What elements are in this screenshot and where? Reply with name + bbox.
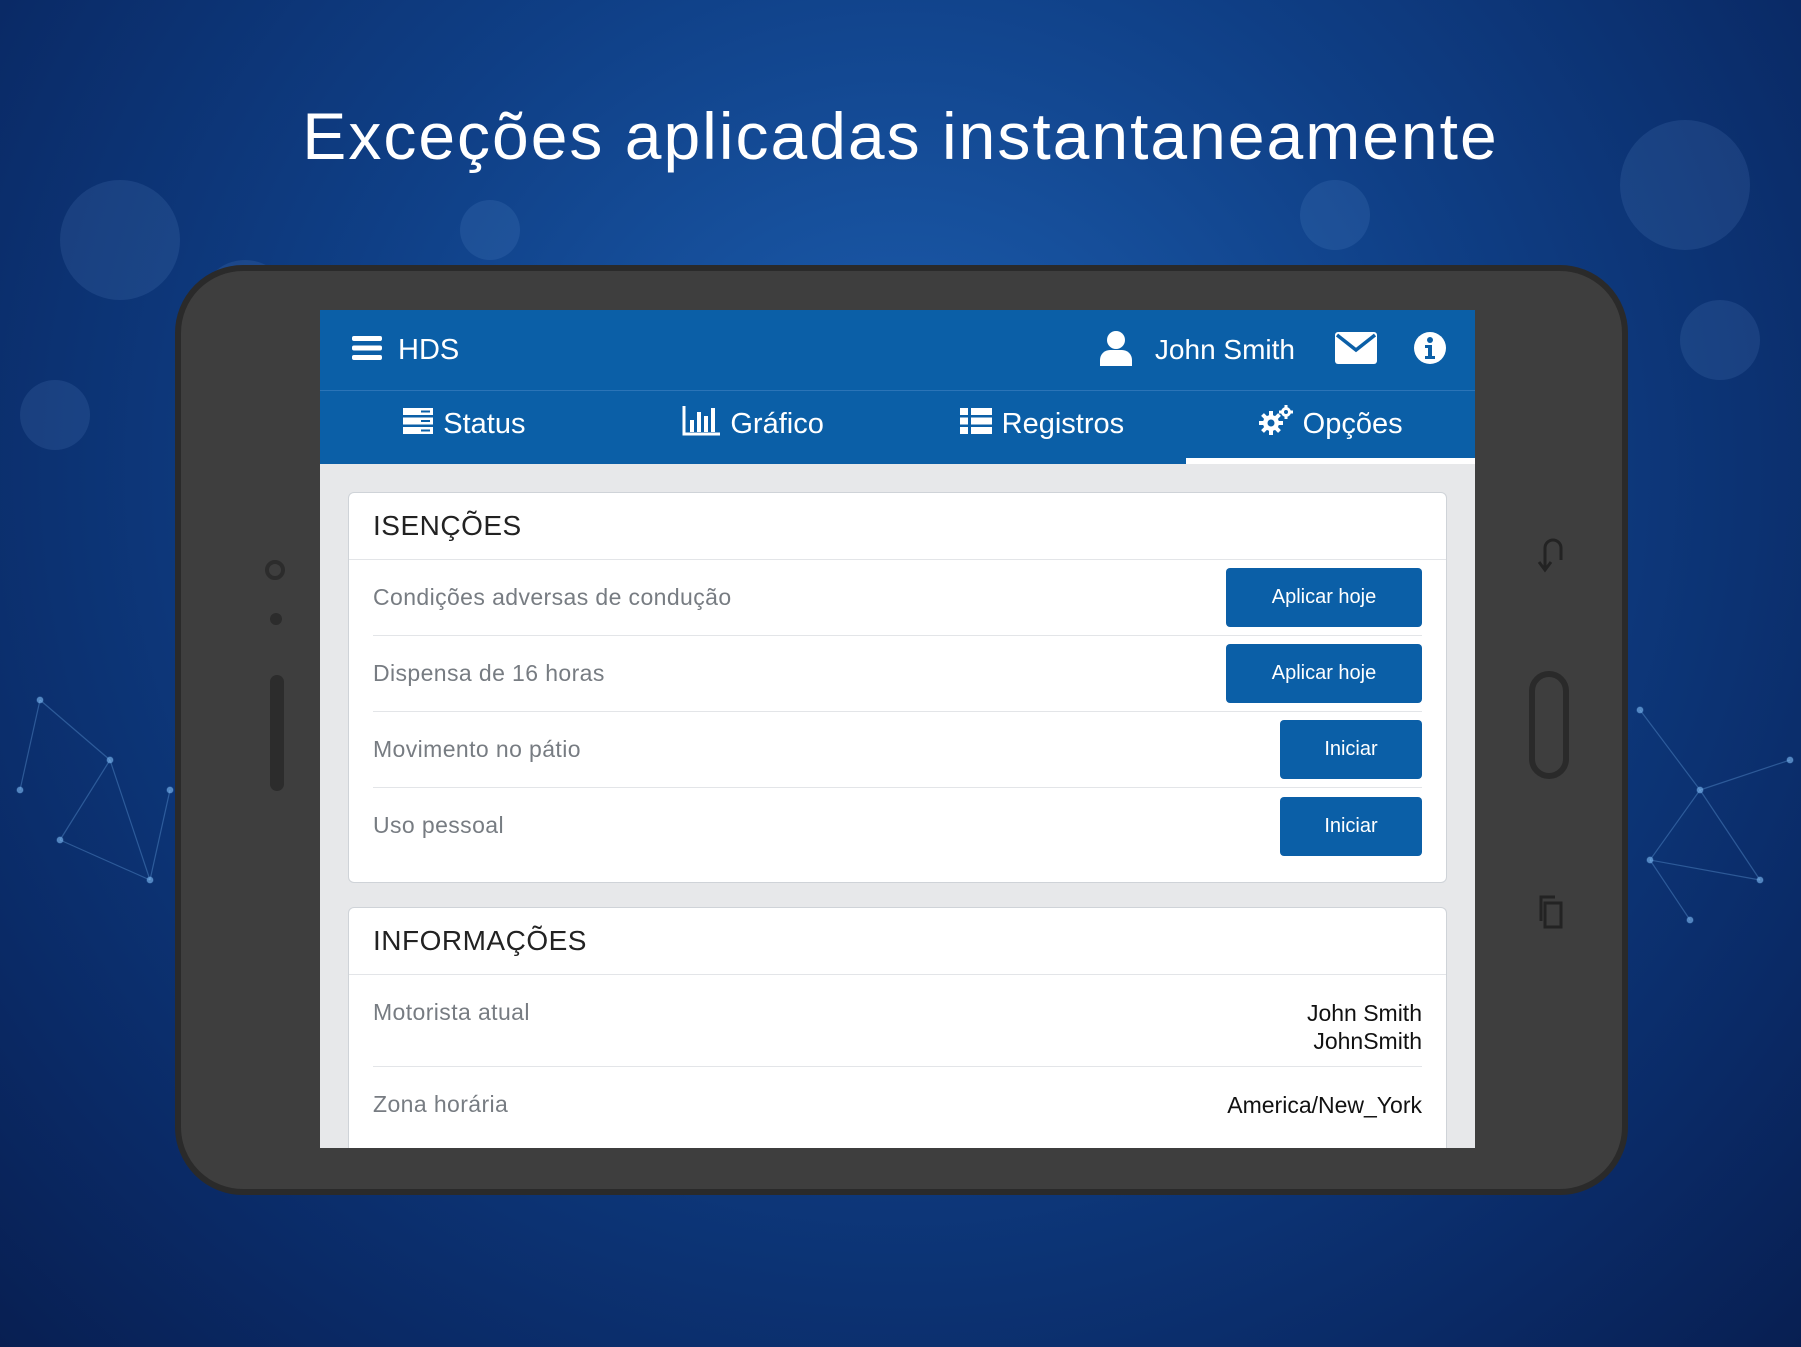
exemption-label: Uso pessoal <box>373 812 504 838</box>
exemption-label: Movimento no pátio <box>373 736 581 762</box>
tab-label: Registros <box>1001 408 1125 440</box>
list-item: Uso pessoal Iniciar <box>373 788 1422 864</box>
camera-lens-icon <box>265 560 285 580</box>
bar-chart-icon <box>682 405 721 444</box>
apply-today-button[interactable]: Aplicar hoje <box>1226 568 1422 627</box>
timezone-row: Zona horária America/New_York <box>373 1067 1422 1137</box>
app-title: HDS <box>398 333 460 366</box>
list-item: Dispensa de 16 horas Aplicar hoje <box>373 636 1422 712</box>
app-screen: HDS John Smith Status Gráfico Registros … <box>320 310 1475 1148</box>
tab-bar: Status Gráfico Registros Opções <box>320 390 1475 464</box>
info-icon[interactable] <box>1413 331 1447 370</box>
app-bar: HDS John Smith <box>320 310 1475 390</box>
user-icon[interactable] <box>1099 330 1133 371</box>
information-card: INFORMAÇÕES Motorista atual John Smith J… <box>348 907 1447 1148</box>
envelope-icon[interactable] <box>1335 331 1377 369</box>
current-driver-name: John Smith <box>1306 1000 1422 1026</box>
home-button[interactable] <box>1529 671 1569 779</box>
exemption-label: Condições adversas de condução <box>373 584 732 610</box>
tab-registros[interactable]: Registros <box>898 391 1187 464</box>
current-driver-row: Motorista atual John Smith JohnSmith <box>373 975 1422 1067</box>
speaker-slot <box>270 675 284 791</box>
list-icon <box>959 407 992 442</box>
exemptions-heading: ISENÇÕES <box>349 493 1446 560</box>
list-item: Condições adversas de condução Aplicar h… <box>373 560 1422 636</box>
current-driver-label: Motorista atual <box>373 999 530 1025</box>
list-item: Movimento no pátio Iniciar <box>373 712 1422 788</box>
apply-today-button[interactable]: Aplicar hoje <box>1226 644 1422 703</box>
tab-grafico[interactable]: Gráfico <box>609 391 898 464</box>
current-driver-id: JohnSmith <box>1313 1028 1422 1054</box>
headline: Exceções aplicadas instantaneamente <box>302 99 1499 173</box>
start-button[interactable]: Iniciar <box>1280 720 1422 779</box>
user-name[interactable]: John Smith <box>1155 334 1295 366</box>
gears-icon <box>1258 404 1293 445</box>
recent-apps-icon[interactable] <box>1537 893 1565 931</box>
tab-label: Opções <box>1302 408 1403 440</box>
tab-status[interactable]: Status <box>320 391 609 464</box>
tab-label: Status <box>443 408 526 440</box>
start-button[interactable]: Iniciar <box>1280 796 1422 856</box>
information-heading: INFORMAÇÕES <box>349 908 1446 975</box>
exemptions-card: ISENÇÕES Condições adversas de condução … <box>348 492 1447 883</box>
server-list-icon <box>403 407 434 442</box>
timezone-value: America/New_York <box>1227 1092 1422 1118</box>
tab-label: Gráfico <box>730 408 824 440</box>
timezone-label: Zona horária <box>373 1091 509 1117</box>
exemption-label: Dispensa de 16 horas <box>373 660 605 686</box>
hamburger-icon[interactable] <box>352 335 382 366</box>
back-arrow-icon[interactable] <box>1537 534 1565 574</box>
current-driver-value: John Smith JohnSmith <box>1307 999 1422 1066</box>
sensor-icon <box>270 613 282 625</box>
tab-opcoes[interactable]: Opções <box>1186 391 1475 464</box>
